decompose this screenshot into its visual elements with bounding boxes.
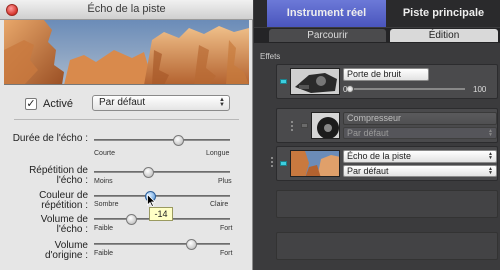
noise-gate-slider[interactable] xyxy=(346,85,465,93)
effect-name[interactable]: Écho de la piste ▲ ▼ xyxy=(343,150,497,163)
repeat-color-label: Couleur de répétition : xyxy=(10,191,88,211)
repeat-color-slider[interactable] xyxy=(94,191,230,202)
effects-section-label: Effets xyxy=(260,52,281,61)
track-echo-thumbnail xyxy=(290,150,340,177)
slider-thumb[interactable] xyxy=(173,135,185,146)
label-line: l'écho : xyxy=(56,175,88,186)
slider-thumb[interactable] xyxy=(185,239,197,250)
slider-max-label: Fort xyxy=(220,225,233,232)
preset-dropdown[interactable]: Par défaut ▲ ▼ xyxy=(92,95,230,111)
slider-min-label: 0 xyxy=(343,85,348,94)
canyon-photo xyxy=(4,20,249,85)
tab-edit[interactable]: Édition xyxy=(390,29,498,42)
dropdown-arrows-icon: ▲ ▼ xyxy=(488,151,493,161)
panel-tabs: Instrument réel Piste principale xyxy=(254,0,500,27)
window-titlebar[interactable]: Écho de la piste xyxy=(0,0,253,20)
slider-thumb[interactable] xyxy=(143,167,155,178)
echo-repeat-slider[interactable] xyxy=(94,167,230,178)
label-line: l'écho : xyxy=(56,224,88,235)
compressor-thumbnail xyxy=(311,112,340,139)
active-label: Activé xyxy=(43,98,73,110)
slider-min-label: Moins xyxy=(94,178,113,185)
slider-max-label: Plus xyxy=(218,178,232,185)
slider-max-label: 100 xyxy=(473,85,487,94)
effect-slot-compressor: Compresseur Par défaut ▲ ▼ xyxy=(276,108,498,143)
slider-max-label: Longue xyxy=(206,150,230,157)
effect-name[interactable]: Porte de bruit xyxy=(343,68,429,81)
label-line: d'origine : xyxy=(44,250,88,261)
effect-preset-value: Par défaut xyxy=(347,166,389,176)
effect-slot-track-echo: Écho de la piste ▲ ▼ Par défaut ▲ ▼ xyxy=(271,146,498,181)
slider-min-label: Faible xyxy=(94,225,114,232)
tab-real-instrument[interactable]: Instrument réel xyxy=(267,0,386,27)
tab-browse[interactable]: Parcourir xyxy=(269,29,386,42)
effect-name[interactable]: Compresseur xyxy=(343,112,497,125)
track-info-panel: Instrument réel Piste principale Parcour… xyxy=(254,0,500,270)
mouse-pointer-icon xyxy=(147,194,156,207)
original-volume-slider[interactable] xyxy=(94,239,230,250)
effect-power-toggle[interactable] xyxy=(280,161,287,166)
divider xyxy=(14,119,239,120)
echo-repeat-label: Répétition de l'écho : xyxy=(10,166,88,186)
slider-min-label: Faible xyxy=(94,250,114,257)
empty-effect-slot[interactable] xyxy=(276,190,498,218)
effect-name-text: Écho de la piste xyxy=(347,151,412,161)
echo-settings-window: Écho de la piste ✓ Activé Par défaut ▲ ▼… xyxy=(0,0,253,270)
empty-effect-slot[interactable] xyxy=(276,232,498,260)
echo-volume-label: Volume de l'écho : xyxy=(10,215,88,235)
screenshot-root: Écho de la piste ✓ Activé Par défaut ▲ ▼… xyxy=(0,0,500,270)
value-tooltip: -14 xyxy=(149,207,173,221)
drag-handle-icon[interactable] xyxy=(291,121,294,133)
label-line: Durée de l'écho : xyxy=(12,133,88,144)
effect-preset-dropdown[interactable]: Par défaut ▲ ▼ xyxy=(343,165,497,177)
active-checkbox[interactable]: ✓ xyxy=(25,98,37,110)
drag-handle-icon[interactable] xyxy=(271,157,274,169)
effect-preset-dropdown[interactable]: Par défaut ▲ ▼ xyxy=(343,127,497,139)
dropdown-arrows-icon: ▲ ▼ xyxy=(219,97,225,108)
effect-slot-noise-gate: Porte de bruit 0 100 xyxy=(276,64,498,99)
effect-power-toggle[interactable] xyxy=(301,123,308,128)
label-line: répétition : xyxy=(41,200,88,211)
active-toggle-row: ✓ Activé xyxy=(25,96,73,112)
slider-min-label: Courte xyxy=(94,150,116,157)
slider-max-label: Claire xyxy=(210,201,229,208)
slider-thumb[interactable] xyxy=(125,214,137,225)
echo-duration-slider[interactable] xyxy=(94,135,230,146)
dropdown-arrows-icon: ▲ ▼ xyxy=(488,128,493,138)
slider-max-label: Fort xyxy=(220,250,233,257)
panel-subtabs: Parcourir Édition xyxy=(254,28,500,43)
noise-gate-thumbnail xyxy=(290,68,340,95)
window-title: Écho de la piste xyxy=(87,3,166,15)
preset-value: Par défaut xyxy=(99,97,146,108)
effect-power-toggle[interactable] xyxy=(280,79,287,84)
echo-duration-label: Durée de l'écho : xyxy=(10,134,88,144)
original-volume-label: Volume d'origine : xyxy=(10,241,88,261)
tab-master-track[interactable]: Piste principale xyxy=(387,0,500,27)
dropdown-arrows-icon: ▲ ▼ xyxy=(488,166,493,176)
slider-min-label: Sombre xyxy=(94,201,119,208)
effect-preset-value: Par défaut xyxy=(347,128,389,138)
